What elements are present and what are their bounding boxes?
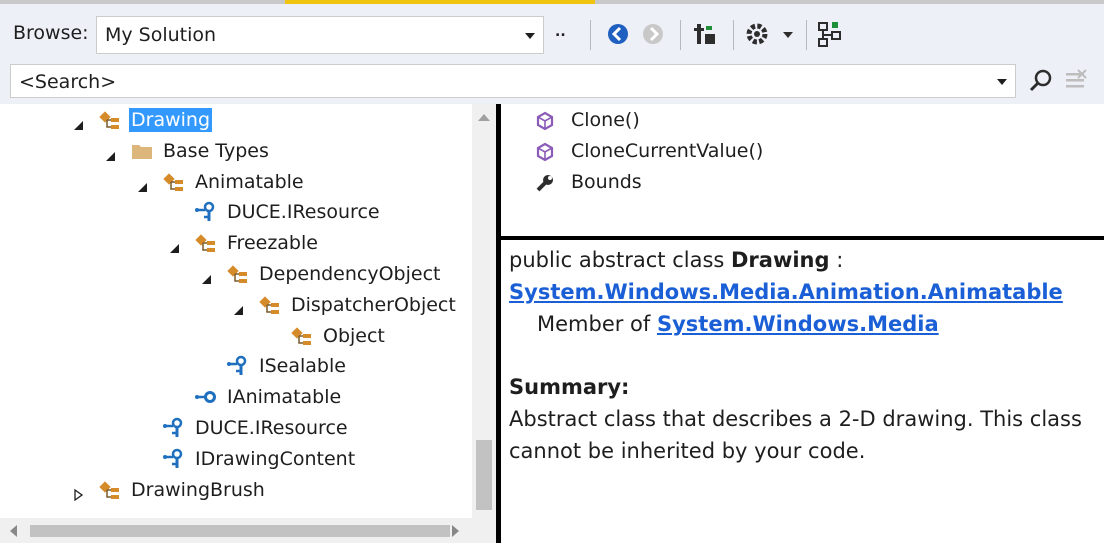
folder-icon: [130, 140, 154, 162]
browse-scope-dropdown[interactable]: My Solution: [96, 16, 544, 54]
collapsed-arrow-icon[interactable]: [72, 484, 84, 501]
class-icon: [258, 294, 282, 316]
tree-node[interactable]: Freezable: [170, 228, 458, 258]
interface-small-icon: [194, 386, 218, 408]
tree-node-label: DrawingBrush: [131, 478, 265, 501]
tree-node[interactable]: DrawingBrush: [74, 475, 458, 505]
tree-vertical-scrollbar[interactable]: [472, 104, 496, 518]
base-type-line: System.Windows.Media.Animation.Animatabl…: [509, 280, 1063, 304]
scrollbar-thumb[interactable]: [30, 525, 450, 537]
tree-horizontal-scrollbar[interactable]: [0, 518, 496, 543]
tree-node[interactable]: DUCE.IResource: [162, 413, 458, 443]
tree-node-label: IAnimatable: [227, 386, 342, 409]
member-of-line: Member of System.Windows.Media: [537, 312, 939, 336]
sort-icon[interactable]: [690, 18, 722, 50]
expanded-arrow-icon[interactable]: [232, 299, 244, 315]
tree-node[interactable]: Drawing: [74, 105, 458, 135]
expanded-arrow-icon[interactable]: [72, 114, 84, 130]
expanded-arrow-icon[interactable]: [136, 176, 148, 192]
member-label: Bounds: [571, 171, 642, 193]
browse-label: Browse:: [13, 22, 89, 44]
tree-node-label: Animatable: [195, 170, 304, 193]
tree-node-label: ISealable: [259, 355, 346, 378]
expanded-arrow-icon[interactable]: [200, 268, 212, 284]
class-icon: [290, 325, 314, 347]
settings-dropdown-icon[interactable]: [772, 18, 804, 50]
declaration-line: public abstract class Drawing :: [509, 248, 844, 272]
scrollbar-thumb[interactable]: [476, 440, 492, 510]
namespace-link[interactable]: System.Windows.Media: [657, 312, 939, 336]
tree-node-label: IDrawingContent: [195, 447, 356, 470]
toolbar-separator: [590, 20, 591, 50]
active-tab-accent: [285, 0, 595, 4]
search-input[interactable]: <Search>: [10, 64, 1016, 98]
tree-node[interactable]: ISealable: [226, 351, 458, 381]
tree-node[interactable]: DispatcherObject: [234, 290, 458, 320]
toolbar-separator: [733, 20, 734, 50]
member-label: Clone(): [571, 109, 640, 131]
toolbar: Browse: My Solution ..: [0, 6, 1104, 62]
tree-node-label: DUCE.IResource: [195, 417, 348, 439]
tree-node-label: Drawing: [129, 108, 213, 132]
tree-node[interactable]: Animatable: [138, 167, 458, 197]
tree-node-label: Object: [323, 324, 385, 347]
interface-icon: [162, 417, 186, 439]
class-icon: [98, 109, 122, 131]
tree-node-label: DUCE.IResource: [227, 201, 380, 224]
base-type-link[interactable]: System.Windows.Media.Animation.Animatabl…: [509, 280, 1063, 304]
objects-tree[interactable]: Drawing Base Types Animatable DUCE.IResourc…: [0, 104, 472, 518]
chevron-down-icon[interactable]: [997, 79, 1007, 85]
method-icon: [535, 142, 555, 162]
tree-node[interactable]: DUCE.IResource: [194, 197, 458, 227]
tree-node[interactable]: Object: [290, 321, 458, 351]
browse-scope-value: My Solution: [105, 24, 217, 46]
summary-heading: Summary:: [509, 375, 630, 399]
tree-node[interactable]: IAnimatable: [194, 382, 458, 412]
class-icon: [226, 263, 250, 285]
class-icon: [194, 232, 218, 254]
toolbar-separator: [680, 20, 681, 50]
tree-node[interactable]: IDrawingContent: [162, 444, 458, 474]
chevron-down-icon: [525, 33, 535, 39]
members-list[interactable]: Clone() CloneCurrentValue() Bounds: [501, 104, 1104, 236]
class-icon: [98, 479, 122, 501]
toolbar-separator: [806, 20, 807, 50]
method-icon: [535, 111, 555, 131]
settings-icon[interactable]: [743, 18, 775, 50]
title-bar-strip: [0, 0, 1104, 4]
forward-icon[interactable]: [637, 18, 669, 50]
scroll-up-icon[interactable]: [478, 114, 490, 121]
search-input-value: <Search>: [19, 71, 117, 93]
interface-icon: [162, 448, 186, 470]
tree-node-label: Base Types: [163, 139, 269, 162]
interface-icon: [194, 201, 218, 223]
tree-node[interactable]: Base Types: [106, 136, 458, 166]
clear-search-icon[interactable]: [1062, 68, 1088, 94]
member-label: CloneCurrentValue(): [571, 140, 764, 162]
class-icon: [162, 171, 186, 193]
tree-node-label: Freezable: [227, 232, 318, 255]
tree-node-label: DependencyObject: [259, 263, 441, 285]
search-icon[interactable]: [1028, 68, 1054, 94]
scroll-right-icon[interactable]: [452, 525, 459, 537]
back-icon[interactable]: [602, 18, 634, 50]
view-options-icon[interactable]: [814, 18, 846, 50]
interface-icon: [226, 355, 250, 377]
scroll-left-icon[interactable]: [10, 525, 17, 537]
tree-node[interactable]: DependencyObject: [202, 259, 458, 289]
summary-text-line-2: cannot be inherited by your code.: [509, 439, 866, 463]
description-pane: public abstract class Drawing : System.W…: [501, 240, 1104, 543]
summary-text-line-1: Abstract class that describes a 2-D draw…: [509, 407, 1082, 431]
expanded-arrow-icon[interactable]: [168, 237, 180, 254]
expanded-arrow-icon[interactable]: [104, 145, 116, 161]
property-icon: [535, 173, 555, 193]
tree-node-label: DispatcherObject: [291, 293, 456, 316]
edit-custom-set-button[interactable]: ..: [555, 24, 566, 40]
class-name: Drawing: [731, 248, 830, 272]
